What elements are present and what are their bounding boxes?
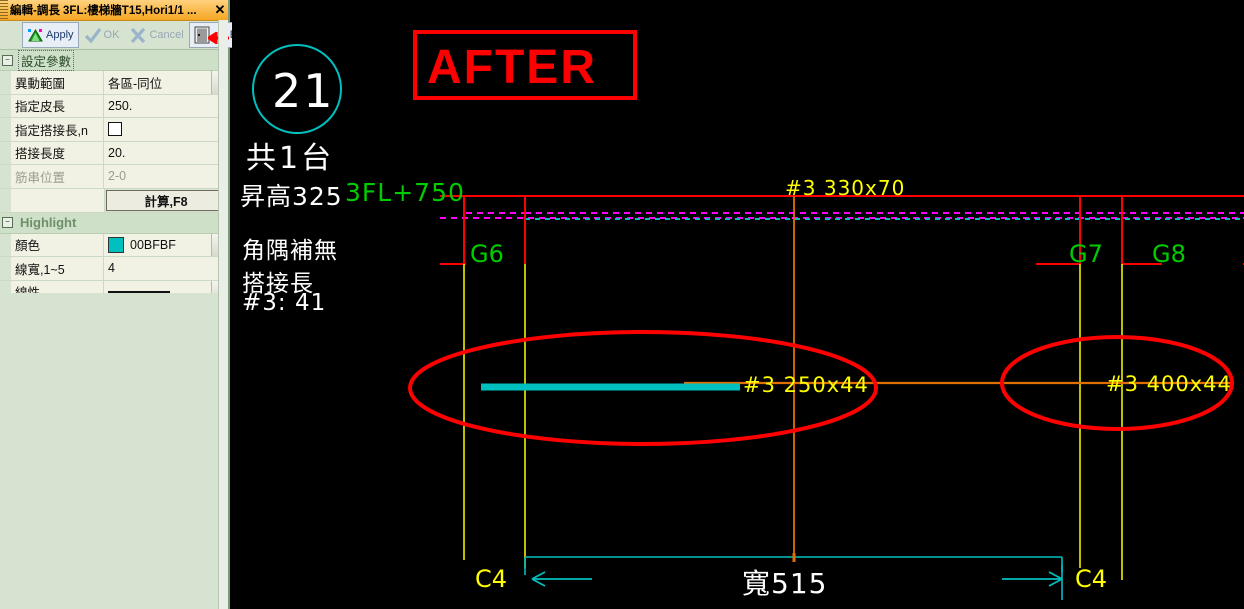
- mid-bar-left-label: #3 250x44: [743, 373, 869, 397]
- window-title: 編輯-調長 3FL:樓梯牆T15,Hori1/1 ...: [10, 5, 197, 17]
- row-indent: [0, 233, 11, 256]
- property-panel: 編輯-調長 3FL:樓梯牆T15,Hori1/1 ... ✕ Apply OK …: [0, 0, 252, 609]
- row-indent: [0, 118, 11, 141]
- level-label: 3FL+750: [345, 178, 465, 207]
- property-key: 指定搭接長,n: [11, 118, 104, 141]
- property-value-skinlength[interactable]: 250.: [104, 94, 228, 117]
- apply-label: Apply: [46, 29, 74, 41]
- property-value-color[interactable]: 00BFBF: [104, 233, 211, 256]
- window-titlebar[interactable]: 編輯-調長 3FL:樓梯牆T15,Hori1/1 ... ✕: [0, 0, 228, 21]
- cancel-label: Cancel: [149, 29, 184, 41]
- group-settings-label: 設定參數: [18, 49, 75, 71]
- ok-label: OK: [103, 29, 120, 41]
- cad-drawing: [252, 30, 1244, 600]
- apply-icon: [28, 28, 43, 41]
- x-mark-icon: [131, 27, 146, 43]
- row-indent: [0, 165, 11, 188]
- property-row-calculate: 計算,F8: [0, 188, 228, 213]
- group-highlight-label: Highlight: [20, 215, 77, 230]
- row-indent: [0, 257, 11, 280]
- total-count-label: 共1台: [246, 141, 335, 176]
- property-row-barposition: 筋串位置 2-0: [0, 165, 228, 189]
- drag-grip-icon[interactable]: [0, 0, 8, 20]
- property-row-lapflag[interactable]: 指定搭接長,n: [0, 118, 228, 142]
- close-icon[interactable]: ✕: [212, 2, 228, 18]
- property-value-laplength[interactable]: 20.: [104, 141, 228, 164]
- panel-scrollbar[interactable]: [218, 20, 228, 609]
- property-value-barposition: 2-0: [104, 165, 228, 188]
- property-value-linewidth[interactable]: 4: [104, 257, 228, 280]
- row-indent: [0, 94, 11, 117]
- collapse-icon[interactable]: −: [2, 217, 13, 228]
- property-row-skinlength[interactable]: 指定皮長 250.: [0, 94, 228, 118]
- bubble-number: 21: [272, 64, 335, 118]
- mid-bar-right-label: #3 400x44: [1106, 372, 1232, 396]
- top-bar-label: #3 330x70: [785, 176, 906, 200]
- check-icon: [84, 27, 101, 43]
- row-indent: [0, 188, 11, 212]
- calculate-button[interactable]: 計算,F8: [106, 189, 226, 211]
- property-row-linewidth[interactable]: 線寬,1~5 4: [0, 257, 228, 281]
- lap-length-value: #3: 41: [242, 290, 327, 316]
- property-row-laplength[interactable]: 搭接長度 20.: [0, 141, 228, 165]
- column-label-left: C4: [475, 565, 508, 593]
- property-row-range[interactable]: 異動範圍 各區-同位 ⌄: [0, 71, 228, 95]
- property-key: 線寬,1~5: [11, 257, 104, 280]
- girder-label-g6: G6: [470, 240, 504, 268]
- group-header-settings[interactable]: − 設定參數: [0, 49, 228, 71]
- property-value-lapflag[interactable]: [104, 118, 228, 141]
- collapse-icon[interactable]: −: [2, 54, 13, 66]
- lap-checkbox[interactable]: [108, 122, 122, 137]
- dialog-toolbar: Apply OK Cancel Exit: [0, 21, 252, 50]
- ok-button[interactable]: OK: [79, 22, 125, 48]
- girder-label-g7: G7: [1069, 240, 1103, 268]
- property-key: 顏色: [11, 233, 104, 256]
- row-indent: [0, 71, 11, 94]
- property-row-color[interactable]: 顏色 00BFBF ⌄: [0, 233, 228, 257]
- after-label: AFTER: [427, 41, 597, 94]
- property-key: 搭接長度: [11, 141, 104, 164]
- property-key: 筋串位置: [11, 165, 104, 188]
- property-value-range[interactable]: 各區-同位: [104, 71, 211, 94]
- empty-key-cell: [11, 188, 105, 212]
- apply-button[interactable]: Apply: [22, 22, 79, 48]
- rise-height-label: 昇高325: [240, 182, 343, 211]
- group-header-highlight[interactable]: − Highlight: [0, 212, 228, 234]
- panel-empty-area: [0, 293, 228, 609]
- property-key: 指定皮長: [11, 94, 104, 117]
- property-key: 異動範圍: [11, 71, 104, 94]
- width-label: 寬515: [742, 567, 828, 600]
- cancel-button[interactable]: Cancel: [124, 22, 188, 48]
- column-label-right: C4: [1075, 565, 1108, 593]
- corner-fill-label: 角隅補無: [242, 238, 338, 264]
- color-hex-label: 00BFBF: [130, 237, 176, 252]
- color-swatch[interactable]: [108, 236, 124, 253]
- girder-label-g8: G8: [1152, 240, 1186, 268]
- row-indent: [0, 141, 11, 164]
- cad-canvas[interactable]: 21 共1台 昇高325 3FL+750 角隅補無 搭接長 #3: 41 AFT…: [232, 0, 1244, 609]
